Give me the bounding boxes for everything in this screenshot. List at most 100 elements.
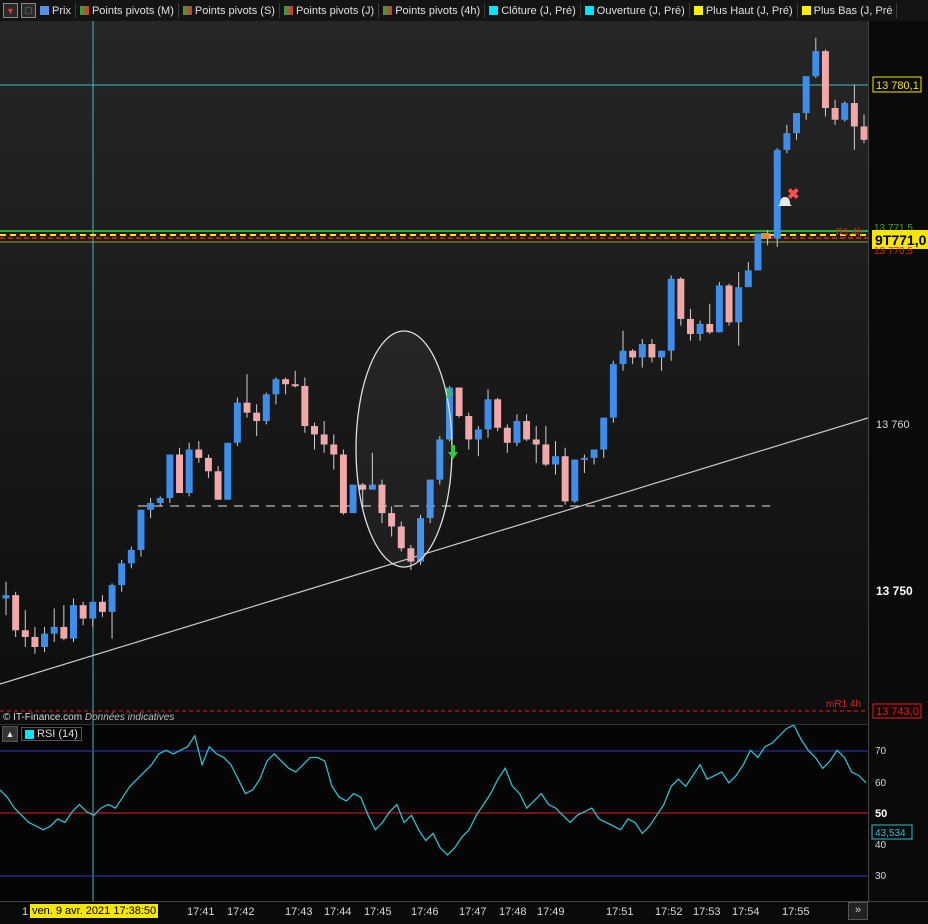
toolbar-item-label: Points pivots (4h): [395, 4, 481, 17]
candle-down: [176, 454, 183, 494]
color-swatch: [584, 6, 594, 15]
candle-up: [773, 149, 781, 239]
toolbar-item-prix[interactable]: Prix: [40, 3, 76, 18]
rsi-label: RSI (14): [37, 728, 78, 740]
price-chart[interactable]: ✖ R1 4h mR1 4h: [0, 21, 868, 724]
color-swatch: [693, 6, 703, 15]
candle-up: [166, 454, 174, 499]
candle-up: [783, 133, 791, 150]
candle-up: [89, 601, 97, 619]
candle-up: [744, 270, 752, 288]
candle-up: [474, 429, 482, 440]
mr1-4h-label: mR1 4h: [826, 699, 861, 710]
candle-down: [629, 350, 637, 358]
candle-up: [715, 285, 723, 333]
x-tick-label: 17:53: [693, 906, 721, 918]
toolbar-item-pivots-j[interactable]: Points pivots (J): [283, 3, 380, 18]
candle-up: [127, 549, 135, 564]
candle-up: [590, 449, 598, 458]
candle-down: [523, 421, 531, 440]
toolbar-item-plus-bas[interactable]: Plus Bas (J, Pré: [801, 3, 898, 18]
toolbar-item-pivots-4h[interactable]: Points pivots (4h): [383, 3, 486, 18]
rsi-tick-50: 50: [875, 808, 887, 820]
r1-4h-label: R1 4h: [836, 227, 863, 238]
candle-up: [185, 449, 193, 494]
toolbar-item-ouverture[interactable]: Ouverture (J, Pré): [584, 3, 690, 18]
color-swatch: [25, 729, 34, 739]
toolbar-item-label: Clôture (J, Pré): [501, 4, 576, 17]
color-swatch: [801, 6, 811, 15]
candle-down: [330, 444, 338, 455]
candle-down: [503, 427, 511, 443]
rsi-panel[interactable]: [0, 724, 868, 902]
candle-down: [860, 126, 868, 140]
candle-down: [204, 457, 212, 472]
candle-down: [455, 387, 463, 417]
toolbar-item-label: Prix: [52, 4, 71, 17]
candle-up: [272, 379, 280, 395]
price-axis[interactable]: 13 780,1 13 771,5 9T771,0 13 770,5 13 76…: [868, 21, 928, 901]
candle-down: [532, 439, 540, 445]
color-swatch: [40, 6, 49, 15]
rsi-tick-40: 40: [875, 840, 887, 851]
toolbar-item-label: Plus Bas (J, Pré: [813, 4, 893, 17]
color-swatch: [283, 6, 293, 15]
toolbar-item-label: Points pivots (J): [295, 4, 375, 17]
pivot-marker: [761, 233, 769, 239]
candle-down: [21, 630, 29, 637]
candle-down: [12, 595, 20, 631]
candle-up: [658, 350, 666, 358]
remove-indicator-icon[interactable]: ▼: [3, 3, 18, 18]
price-label-high: 13 780,1: [876, 80, 919, 92]
candle-down: [291, 384, 299, 387]
x-tick-label: 17:51: [606, 906, 634, 918]
toolbar: ▼ ▢ Prix Points pivots (M) Points pivots…: [0, 0, 928, 22]
rsi-current-label: 43,534: [875, 828, 906, 839]
rsi-title[interactable]: ▲ RSI (14): [2, 726, 82, 742]
candle-down: [850, 103, 858, 127]
settings-icon[interactable]: ▢: [21, 3, 36, 18]
toolbar-item-pivots-s[interactable]: Points pivots (S): [182, 3, 280, 18]
toolbar-item-pivots-m[interactable]: Points pivots (M): [79, 3, 179, 18]
highlight-ellipse[interactable]: [355, 330, 453, 568]
candle-down: [31, 636, 39, 648]
candle-down: [648, 344, 656, 358]
candle-up: [41, 633, 49, 648]
toolbar-item-label: Points pivots (S): [194, 4, 275, 17]
x-tick-label: 17:47: [459, 906, 487, 918]
color-swatch: [182, 6, 192, 15]
toolbar-item-cloture[interactable]: Clôture (J, Pré): [489, 3, 581, 18]
candle-down: [243, 402, 251, 413]
price-chart-panel[interactable]: ✖ R1 4h mR1 4h: [0, 21, 868, 724]
rsi-legend[interactable]: RSI (14): [21, 727, 82, 741]
watermark-note: Données indicatives: [84, 712, 175, 723]
scroll-right-button[interactable]: »: [848, 902, 868, 920]
candle-down: [301, 385, 309, 427]
candle-up: [513, 421, 521, 443]
candle-up: [2, 595, 10, 599]
candle-down: [465, 416, 473, 440]
candle-down: [253, 412, 261, 422]
watermark-source: © IT-Finance.com: [3, 712, 83, 723]
x-tick-label: 17:49: [537, 906, 565, 918]
x-tick-label: 17:42: [227, 906, 255, 918]
rsi-chart[interactable]: [0, 725, 868, 902]
bell-icon[interactable]: ▲: [2, 726, 18, 742]
x-tick-label: 17:55: [782, 906, 810, 918]
candle-up: [224, 442, 232, 500]
candle-down: [214, 471, 222, 500]
toolbar-item-plus-haut[interactable]: Plus Haut (J, Pré): [693, 3, 798, 18]
candle-up: [812, 51, 820, 77]
candle-up: [262, 394, 270, 422]
candle-down: [821, 51, 829, 109]
candle-down: [311, 426, 318, 435]
candle-up: [50, 626, 58, 634]
candle-up: [137, 509, 145, 550]
toolbar-item-label: Plus Haut (J, Pré): [705, 4, 793, 17]
candle-up: [802, 76, 810, 114]
candle-up: [552, 456, 559, 465]
candle-up: [600, 417, 608, 450]
candle-down: [282, 379, 290, 385]
candle-down: [60, 626, 68, 639]
price-tick-13760: 13 760: [876, 419, 910, 431]
